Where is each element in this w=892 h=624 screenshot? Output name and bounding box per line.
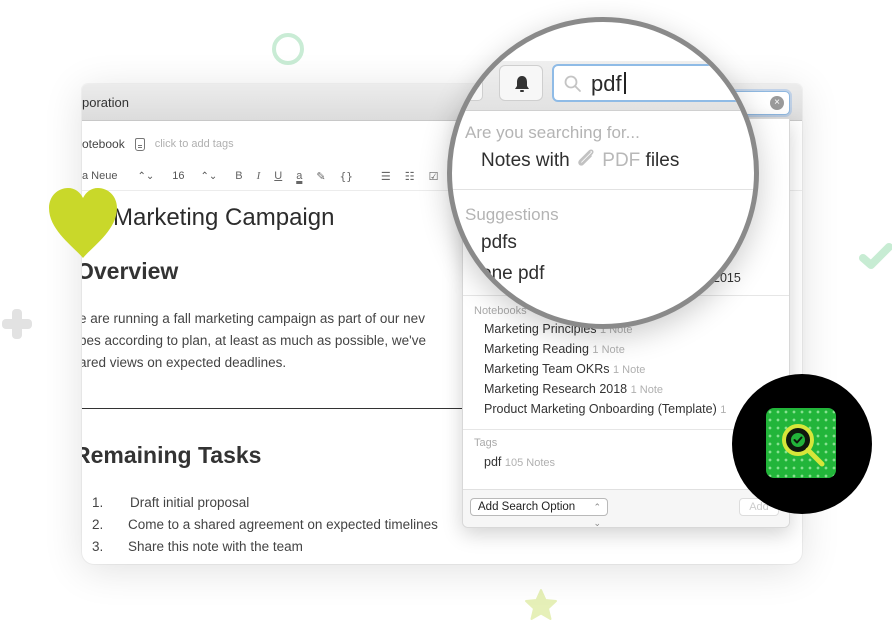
search-query-text: pdf	[591, 71, 622, 96]
tag-name: pdf	[484, 455, 502, 469]
checkmark-decoration	[859, 243, 892, 269]
plus-decoration	[2, 309, 32, 339]
notebook-count: 1 Note	[592, 344, 625, 356]
add-tags-field[interactable]: click to add tags	[155, 138, 234, 150]
search-app-icon	[766, 408, 836, 478]
zoomed-toolbar-button[interactable]	[461, 67, 483, 101]
add-search-option-label: Add Search Option	[478, 501, 576, 513]
notebook-result[interactable]: Marketing Reading 1 Note	[484, 342, 625, 356]
select-chevron-icon: ⌃ ⌄	[593, 502, 601, 528]
paperclip-icon	[578, 149, 594, 166]
notebook-selector[interactable]: otebook	[82, 137, 125, 151]
overview-heading: Overview	[82, 258, 179, 284]
app-icon-badge	[732, 374, 872, 514]
suggestion-text: files	[645, 150, 680, 171]
notebook-name: Marketing Team OKRs	[484, 362, 610, 376]
task-text: Come to a shared agreement on expected t…	[128, 517, 438, 532]
font-family-stepper-icon[interactable]: ⌃⌄	[137, 171, 154, 182]
reminder-button[interactable]	[499, 65, 543, 101]
suggestions-label: Suggestions	[465, 205, 559, 224]
text-caret	[623, 72, 626, 94]
magnifier-check-icon	[782, 424, 825, 467]
searching-for-label: Are you searching for...	[465, 123, 640, 142]
task-item: 3. Share this note with the team	[92, 536, 438, 558]
remaining-tasks-heading: Remaining Tasks	[82, 442, 262, 468]
paragraph-line: ared views on expected deadlines.	[82, 355, 287, 370]
font-size-select[interactable]: 16	[172, 170, 184, 182]
underline-button[interactable]: U	[274, 170, 282, 182]
formatting-toolbar: a Neue ⌃⌄ 16 ⌃⌄ B I U a ✎ {} ☰ ☷ ☑	[82, 166, 452, 186]
window-title: poration	[82, 95, 129, 110]
bullet-list-icon[interactable]: ☰	[381, 170, 391, 183]
horizontal-rule	[82, 408, 482, 409]
highlight-icon[interactable]: ✎	[316, 170, 325, 183]
text-color-button[interactable]: a	[296, 170, 302, 182]
add-search-option-select[interactable]: Add Search Option ⌃ ⌄	[470, 498, 608, 528]
paragraph-line: bes according to plan, at least as much …	[82, 333, 427, 348]
bold-button[interactable]: B	[235, 170, 242, 182]
search-value: pdf	[591, 71, 626, 97]
notebook-count: 1 Note	[630, 384, 664, 396]
suggestion-item[interactable]: pdfs	[481, 232, 517, 254]
tag-count: 105 Notes	[504, 457, 556, 469]
notebook-result[interactable]: Marketing Research 2018 1 Note	[484, 382, 663, 396]
clear-search-icon[interactable]: ×	[770, 96, 784, 110]
notebook-name: Marketing Reading	[484, 342, 589, 356]
suggestion-item[interactable]: file	[481, 295, 505, 317]
notebook-result[interactable]: Product Marketing Onboarding (Template) …	[484, 402, 726, 416]
task-list: 1. Draft initial proposal 2. Come to a sha…	[92, 492, 438, 558]
bell-icon	[515, 76, 529, 92]
task-number: 3.	[92, 539, 104, 554]
note-meta-row: otebook click to add tags	[82, 134, 234, 154]
numbered-list-icon[interactable]: ☷	[405, 170, 415, 183]
tag-icon	[134, 137, 145, 151]
dropdown-footer: Add Search Option ⌃ ⌄ Add	[463, 489, 789, 528]
overview-paragraph: e are running a fall marketing campaign …	[82, 308, 426, 374]
checkbox-list-icon[interactable]: ☑	[429, 170, 439, 183]
ring-decoration	[272, 33, 304, 65]
suggestion-text: Notes with	[481, 150, 570, 171]
pdf-attachment-label: PDF	[602, 150, 641, 171]
star-decoration	[525, 589, 557, 620]
code-block-button[interactable]: {}	[340, 170, 353, 183]
task-text: Draft initial proposal	[130, 495, 250, 510]
notebook-name: Product Marketing Onboarding (Template)	[484, 402, 717, 416]
magnifier-lens: pdf Are you searching for... Notes with …	[447, 17, 759, 329]
note-title[interactable]: Marketing Campaign	[113, 204, 334, 232]
task-number: 1.	[92, 495, 104, 510]
font-size-stepper-icon[interactable]: ⌃⌄	[201, 171, 218, 182]
notebook-name: Marketing Research 2018	[484, 382, 628, 396]
tag-result[interactable]: pdf 105 Notes	[484, 455, 555, 469]
task-item: 2. Come to a shared agreement on expected…	[92, 514, 438, 536]
task-item: 1. Draft initial proposal	[92, 492, 438, 514]
notebook-count: 1 Note	[613, 364, 646, 376]
font-family-select[interactable]: a Neue	[82, 170, 117, 182]
task-number: 2.	[92, 517, 104, 532]
notebook-result[interactable]: Marketing Team OKRs 1 Note	[484, 362, 645, 376]
section-divider	[452, 189, 754, 190]
heart-decoration	[49, 188, 117, 258]
italic-button[interactable]: I	[257, 170, 261, 182]
notes-with-pdf-suggestion[interactable]: Notes with PDF files	[481, 148, 679, 172]
tags-section-label: Tags	[474, 437, 498, 449]
search-icon	[564, 75, 581, 92]
paragraph-line: e are running a fall marketing campaign …	[82, 311, 425, 326]
zoomed-search-input[interactable]: pdf	[552, 64, 754, 102]
task-text: Share this note with the team	[128, 539, 303, 554]
notebook-count: 1	[720, 404, 727, 416]
suggestion-item[interactable]: one pdf	[481, 263, 544, 285]
